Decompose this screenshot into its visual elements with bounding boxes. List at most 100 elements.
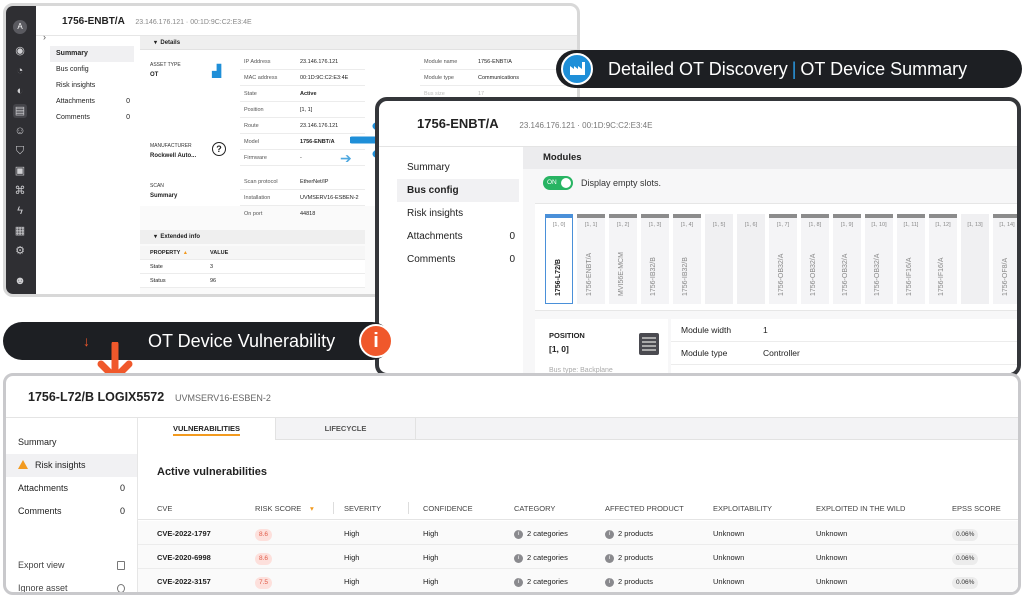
module-slot[interactable]: [1, 12] 1756-IF16/A bbox=[929, 214, 957, 304]
module-slot[interactable]: [1, 6] bbox=[737, 214, 765, 304]
slot-module-name: 1756-OB32/A bbox=[874, 253, 881, 296]
position-label: POSITION bbox=[549, 331, 585, 340]
module-slot[interactable]: [1, 2] MVI56E-MCM bbox=[609, 214, 637, 304]
sort-desc-icon[interactable]: ▾ bbox=[310, 504, 314, 513]
slot-module-name: 1756-L72/B bbox=[555, 259, 562, 296]
nav-item-attachments[interactable]: Attachments 0 bbox=[6, 477, 137, 500]
slot-position: [1, 9] bbox=[840, 222, 854, 228]
shield-icon[interactable]: ⛉ bbox=[13, 144, 27, 158]
table-row: State 3 bbox=[140, 260, 365, 274]
nav-item-bus-config[interactable]: Bus config bbox=[50, 62, 134, 78]
info-icon: i bbox=[514, 577, 523, 587]
slot-position: [1, 5] bbox=[712, 222, 726, 228]
module-slot[interactable]: [1, 8] 1756-OB32/A bbox=[801, 214, 829, 304]
slot-position: [1, 3] bbox=[648, 222, 662, 228]
tab-lifecycle[interactable]: LIFECYCLE bbox=[276, 418, 416, 440]
module-slot[interactable]: [1, 7] 1756-OB32/A bbox=[769, 214, 797, 304]
scan-value: Summary bbox=[150, 193, 178, 199]
chart-icon[interactable]: ◐ bbox=[13, 84, 27, 98]
module-slot[interactable]: [1, 9] 1756-OB32/A bbox=[833, 214, 861, 304]
slot-position: [1, 7] bbox=[776, 222, 790, 228]
nav-item-risk-insights[interactable]: Risk insights bbox=[50, 78, 134, 94]
device-title: 1756-L72/B LOGIX5572 bbox=[28, 390, 165, 404]
detail-row-position: Position [1, 1] bbox=[240, 102, 365, 118]
avatar[interactable]: A bbox=[13, 20, 27, 34]
slot-module-name: 1756-IB32/B bbox=[650, 257, 657, 296]
slot-position: [1, 11] bbox=[903, 222, 919, 228]
table-row[interactable]: CVE-2022-3157 7.5 High High i2 categorie… bbox=[138, 569, 1018, 592]
list-icon[interactable]: ▤ bbox=[13, 104, 27, 118]
factory-icon bbox=[561, 53, 593, 85]
nav-item-risk-insights[interactable]: Risk insights bbox=[6, 454, 137, 477]
file-icon bbox=[117, 561, 125, 570]
device-title: 1756-ENBT/A bbox=[62, 16, 125, 27]
users-icon[interactable]: ☺ bbox=[13, 124, 27, 138]
table-row[interactable]: CVE-2020-6998 8.6 High High i2 categorie… bbox=[138, 545, 1018, 569]
module-slot[interactable]: [1, 5] bbox=[705, 214, 733, 304]
col-category[interactable]: CATEGORY bbox=[514, 504, 555, 513]
chevron-right-icon[interactable]: › bbox=[43, 32, 46, 42]
display-empty-slots-toggle[interactable]: ON bbox=[543, 176, 573, 190]
module-slot[interactable]: [1, 0] 1756-L72/B bbox=[545, 214, 573, 304]
nav-item-comments[interactable]: Comments 0 bbox=[397, 248, 519, 271]
detail-row-module-type: Module type Communications bbox=[420, 70, 570, 86]
report-icon[interactable]: ▣ bbox=[13, 164, 27, 178]
nav-item-summary[interactable]: Summary bbox=[397, 156, 519, 179]
dashboard-icon[interactable]: ◉ bbox=[13, 44, 27, 58]
col-severity[interactable]: SEVERITY bbox=[344, 504, 381, 513]
banner-title-part1: Detailed OT Discovery bbox=[608, 59, 788, 79]
table-header: PROPERTY ▴ VALUE bbox=[140, 246, 365, 260]
info-icon: i bbox=[359, 324, 393, 358]
bolt-icon[interactable]: ϟ bbox=[13, 204, 27, 218]
nav-item-bus-config[interactable]: Bus config bbox=[397, 179, 519, 202]
window-header: 1756-ENBT/A 23.146.176.121 · 00:1D:9C:C2… bbox=[36, 6, 577, 36]
network-icon[interactable]: ⌘ bbox=[13, 184, 27, 198]
slot-position: [1, 1] bbox=[584, 222, 598, 228]
nav-item-summary[interactable]: Summary bbox=[6, 431, 137, 454]
col-risk-score[interactable]: RISK SCORE bbox=[255, 504, 301, 513]
col-confidence[interactable]: CONFIDENCE bbox=[423, 504, 473, 513]
nav-item-summary[interactable]: Summary bbox=[50, 46, 134, 62]
module-slot[interactable]: [1, 1] 1756-ENBT/A bbox=[577, 214, 605, 304]
details-heading[interactable]: ▾ Details bbox=[140, 36, 577, 50]
user-icon[interactable]: ☻ bbox=[13, 274, 27, 288]
ignore-asset-button[interactable]: Ignore asset bbox=[6, 577, 137, 592]
asset-type-value: OT bbox=[150, 72, 159, 78]
table-row[interactable]: CVE-2022-1797 8.6 High High i2 categorie… bbox=[138, 521, 1018, 545]
extended-info-heading[interactable]: ▾ Extended info bbox=[140, 230, 365, 244]
detail-row-route: Route 23.146.176.121 bbox=[240, 118, 365, 134]
col-affected-product[interactable]: AFFECTED PRODUCT bbox=[605, 504, 684, 513]
module-slot[interactable]: [1, 11] 1756-IF16/A bbox=[897, 214, 925, 304]
position-value: [1, 0] bbox=[549, 344, 569, 354]
detail-row-ip: IP Address 23.146.176.121 bbox=[240, 54, 365, 70]
col-exploitability[interactable]: EXPLOITABILITY bbox=[713, 504, 772, 513]
module-slot[interactable]: [1, 13] bbox=[961, 214, 989, 304]
module-slot[interactable]: [1, 14] 1756-OF8/A bbox=[993, 214, 1017, 304]
module-slot[interactable]: [1, 10] 1756-OB32/A bbox=[865, 214, 893, 304]
nav-item-attachments[interactable]: Attachments 0 bbox=[397, 225, 519, 248]
warning-icon bbox=[18, 460, 28, 469]
col-epss-score[interactable]: EPSS SCORE bbox=[952, 504, 1001, 513]
export-view-button[interactable]: Export view bbox=[6, 554, 137, 577]
store-icon[interactable]: ▦ bbox=[13, 224, 27, 238]
module-slot[interactable]: [1, 4] 1756-IB32/B bbox=[673, 214, 701, 304]
settings-icon[interactable]: ⚙ bbox=[13, 244, 27, 258]
gauge-icon[interactable]: ◔ bbox=[13, 64, 27, 78]
col-cve[interactable]: CVE bbox=[157, 504, 172, 513]
scan-label: SCAN bbox=[150, 183, 164, 189]
nav-item-attachments[interactable]: Attachments 0 bbox=[50, 94, 134, 110]
nav-item-risk-insights[interactable]: Risk insights bbox=[397, 202, 519, 225]
detail-row-state: State Active bbox=[240, 86, 365, 102]
module-slot[interactable]: [1, 3] 1756-IB32/B bbox=[641, 214, 669, 304]
slot-module-name: 1756-ENBT/A bbox=[586, 252, 593, 296]
slot-position: [1, 10] bbox=[871, 222, 887, 228]
manufacturer-label: MANUFACTURER bbox=[150, 143, 192, 149]
nav-item-comments[interactable]: Comments 0 bbox=[50, 110, 134, 126]
question-icon: ? bbox=[212, 142, 226, 156]
col-exploited-in-the-wild[interactable]: EXPLOITED IN THE WILD bbox=[816, 504, 905, 513]
tab-vulnerabilities[interactable]: VULNERABILITIES bbox=[138, 418, 276, 440]
detail-row-scan-protocol: Scan protocol EtherNet/IP bbox=[240, 174, 365, 190]
kv-module-type: Module type Controller bbox=[671, 342, 1017, 365]
nav-item-comments[interactable]: Comments 0 bbox=[6, 500, 137, 523]
slot-module-name: 1756-OB32/A bbox=[778, 253, 785, 296]
